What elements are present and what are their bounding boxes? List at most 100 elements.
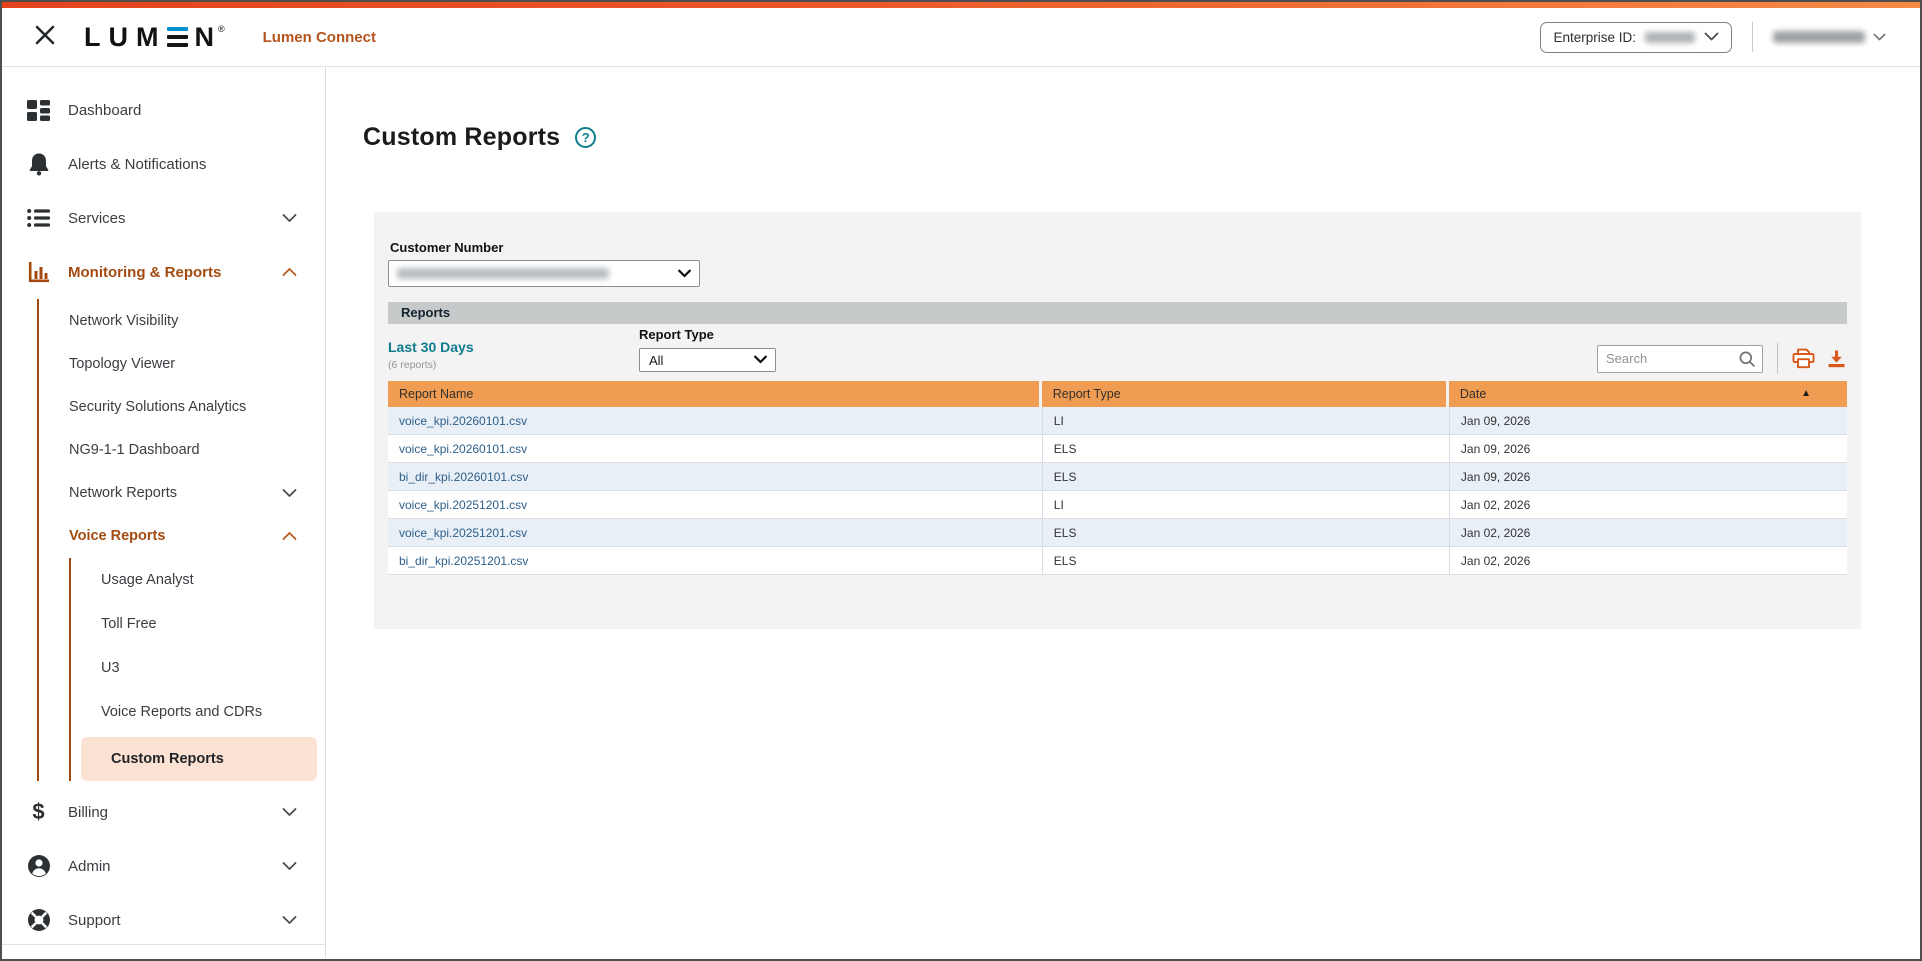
tools-divider bbox=[1777, 343, 1778, 374]
sidebar-item-label: Billing bbox=[68, 804, 108, 821]
reports-section-header: Reports bbox=[388, 302, 1847, 324]
lumen-logo-e bbox=[167, 27, 188, 48]
sidebar-item-network-visibility[interactable]: Network Visibility bbox=[39, 299, 325, 342]
table-row: voice_kpi.20260101.csv LI Jan 09, 2026 bbox=[388, 407, 1847, 435]
report-file-link[interactable]: voice_kpi.20260101.csv bbox=[399, 414, 527, 428]
sidebar-item-label: Voice Reports and CDRs bbox=[101, 704, 262, 720]
customer-number-select[interactable] bbox=[388, 260, 700, 287]
sidebar-item-label: Custom Reports bbox=[111, 751, 224, 767]
sidebar: Dashboard Alerts & Notifications Service… bbox=[2, 67, 326, 958]
report-file-link[interactable]: voice_kpi.20260101.csv bbox=[399, 442, 527, 456]
username-redacted bbox=[1773, 31, 1865, 43]
sidebar-item-label: Support bbox=[68, 912, 121, 929]
page-title-row: Custom Reports ? bbox=[363, 122, 1920, 153]
app-header: LUM N ® Lumen Connect Enterprise ID: bbox=[2, 8, 1920, 67]
column-header-date[interactable]: Date▲ bbox=[1449, 381, 1847, 407]
download-icon bbox=[1826, 349, 1847, 369]
chevron-up-icon bbox=[282, 268, 297, 277]
report-date-cell: Jan 02, 2026 bbox=[1449, 519, 1847, 547]
search-box bbox=[1597, 345, 1763, 373]
sidebar-item-voice-reports-and-cdrs[interactable]: Voice Reports and CDRs bbox=[71, 690, 325, 734]
column-header-report-name[interactable]: Report Name bbox=[388, 381, 1042, 407]
printer-icon bbox=[1792, 348, 1815, 369]
help-icon[interactable]: ? bbox=[575, 127, 596, 148]
table-row: bi_dir_kpi.20251201.csv ELS Jan 02, 2026 bbox=[388, 547, 1847, 575]
monitoring-reports-submenu: Network Visibility Topology Viewer Secur… bbox=[37, 299, 325, 781]
sidebar-item-billing[interactable]: $ Billing bbox=[2, 785, 325, 839]
report-type-block: Report Type All bbox=[639, 324, 776, 380]
report-date-cell: Jan 02, 2026 bbox=[1449, 547, 1847, 575]
app-name: Lumen Connect bbox=[263, 29, 376, 46]
sidebar-item-alerts-notifications[interactable]: Alerts & Notifications bbox=[2, 137, 325, 191]
sidebar-item-services[interactable]: Services bbox=[2, 191, 325, 245]
chevron-up-icon bbox=[282, 532, 297, 541]
enterprise-id-value-redacted bbox=[1645, 32, 1695, 43]
sidebar-item-network-reports[interactable]: Network Reports bbox=[39, 471, 325, 514]
sidebar-item-label: Dashboard bbox=[68, 102, 141, 119]
report-file-link[interactable]: voice_kpi.20251201.csv bbox=[399, 498, 527, 512]
sidebar-item-support[interactable]: Support bbox=[2, 893, 325, 947]
sidebar-item-toll-free[interactable]: Toll Free bbox=[71, 602, 325, 646]
sidebar-item-label: Admin bbox=[68, 858, 111, 875]
sidebar-footer-divider bbox=[2, 944, 325, 945]
app-window: LUM N ® Lumen Connect Enterprise ID: bbox=[0, 0, 1922, 961]
table-row: bi_dir_kpi.20260101.csv ELS Jan 09, 2026 bbox=[388, 463, 1847, 491]
sidebar-item-ng911-dashboard[interactable]: NG9-1-1 Dashboard bbox=[39, 428, 325, 471]
sidebar-item-dashboard[interactable]: Dashboard bbox=[2, 83, 325, 137]
date-range-link[interactable]: Last 30 Days bbox=[388, 339, 474, 355]
customer-number-field: Customer Number bbox=[388, 240, 1847, 287]
sidebar-item-label: Network Reports bbox=[69, 485, 177, 501]
reports-table: Report Name Report Type Date▲ voice_kpi.… bbox=[388, 381, 1847, 575]
sidebar-item-custom-reports[interactable]: Custom Reports bbox=[81, 737, 317, 781]
user-menu[interactable] bbox=[1773, 28, 1890, 46]
report-type-select[interactable]: All bbox=[639, 348, 776, 372]
bar-chart-icon bbox=[26, 261, 51, 283]
sidebar-item-label: Security Solutions Analytics bbox=[69, 399, 246, 415]
report-count: (6 reports) bbox=[388, 359, 639, 371]
report-file-link[interactable]: bi_dir_kpi.20251201.csv bbox=[399, 554, 528, 568]
admin-person-icon bbox=[26, 854, 51, 878]
sidebar-item-security-solutions-analytics[interactable]: Security Solutions Analytics bbox=[39, 385, 325, 428]
table-row: voice_kpi.20251201.csv LI Jan 02, 2026 bbox=[388, 491, 1847, 519]
close-menu-button[interactable] bbox=[30, 22, 60, 52]
enterprise-id-dropdown[interactable]: Enterprise ID: bbox=[1540, 22, 1732, 53]
sidebar-item-u3[interactable]: U3 bbox=[71, 646, 325, 690]
main-content: Custom Reports ? Customer Number Reports bbox=[326, 67, 1920, 958]
select-chevron-icon bbox=[678, 265, 691, 283]
chevron-down-icon bbox=[282, 808, 297, 817]
chevron-down-icon bbox=[1873, 28, 1886, 46]
page-title: Custom Reports bbox=[363, 123, 560, 152]
sidebar-item-admin[interactable]: Admin bbox=[2, 839, 325, 893]
sidebar-item-label: NG9-1-1 Dashboard bbox=[69, 442, 200, 458]
lumen-logo: LUM N ® bbox=[84, 22, 225, 53]
sort-ascending-icon: ▲ bbox=[1801, 388, 1811, 399]
bell-icon bbox=[26, 152, 51, 176]
search-icon bbox=[1738, 350, 1756, 368]
sidebar-item-voice-reports[interactable]: Voice Reports bbox=[39, 514, 325, 558]
chevron-down-icon bbox=[282, 214, 297, 223]
report-date-cell: Jan 09, 2026 bbox=[1449, 407, 1847, 435]
report-file-link[interactable]: voice_kpi.20251201.csv bbox=[399, 526, 527, 540]
dashboard-icon bbox=[26, 99, 51, 122]
sidebar-item-label: Alerts & Notifications bbox=[68, 156, 206, 173]
print-button[interactable] bbox=[1792, 348, 1815, 369]
sidebar-item-label: U3 bbox=[101, 660, 120, 676]
report-type-cell: ELS bbox=[1042, 547, 1449, 575]
report-date-cell: Jan 02, 2026 bbox=[1449, 491, 1847, 519]
report-file-link[interactable]: bi_dir_kpi.20260101.csv bbox=[399, 470, 528, 484]
sidebar-item-label: Monitoring & Reports bbox=[68, 264, 221, 281]
report-type-cell: ELS bbox=[1042, 463, 1449, 491]
sidebar-item-topology-viewer[interactable]: Topology Viewer bbox=[39, 342, 325, 385]
report-type-label: Report Type bbox=[639, 327, 776, 342]
sidebar-item-label: Topology Viewer bbox=[69, 356, 175, 372]
header-divider bbox=[1752, 22, 1753, 52]
table-row: voice_kpi.20251201.csv ELS Jan 02, 2026 bbox=[388, 519, 1847, 547]
sidebar-item-usage-analyst[interactable]: Usage Analyst bbox=[71, 558, 325, 602]
download-button[interactable] bbox=[1826, 349, 1847, 369]
column-header-report-type[interactable]: Report Type bbox=[1042, 381, 1449, 407]
lumen-logo-text: LUM N bbox=[84, 22, 215, 53]
reports-panel: Customer Number Reports Last 30 Days (6 … bbox=[374, 212, 1861, 629]
report-type-cell: LI bbox=[1042, 407, 1449, 435]
enterprise-id-label: Enterprise ID: bbox=[1553, 30, 1636, 45]
sidebar-item-monitoring-reports[interactable]: Monitoring & Reports bbox=[2, 245, 325, 299]
